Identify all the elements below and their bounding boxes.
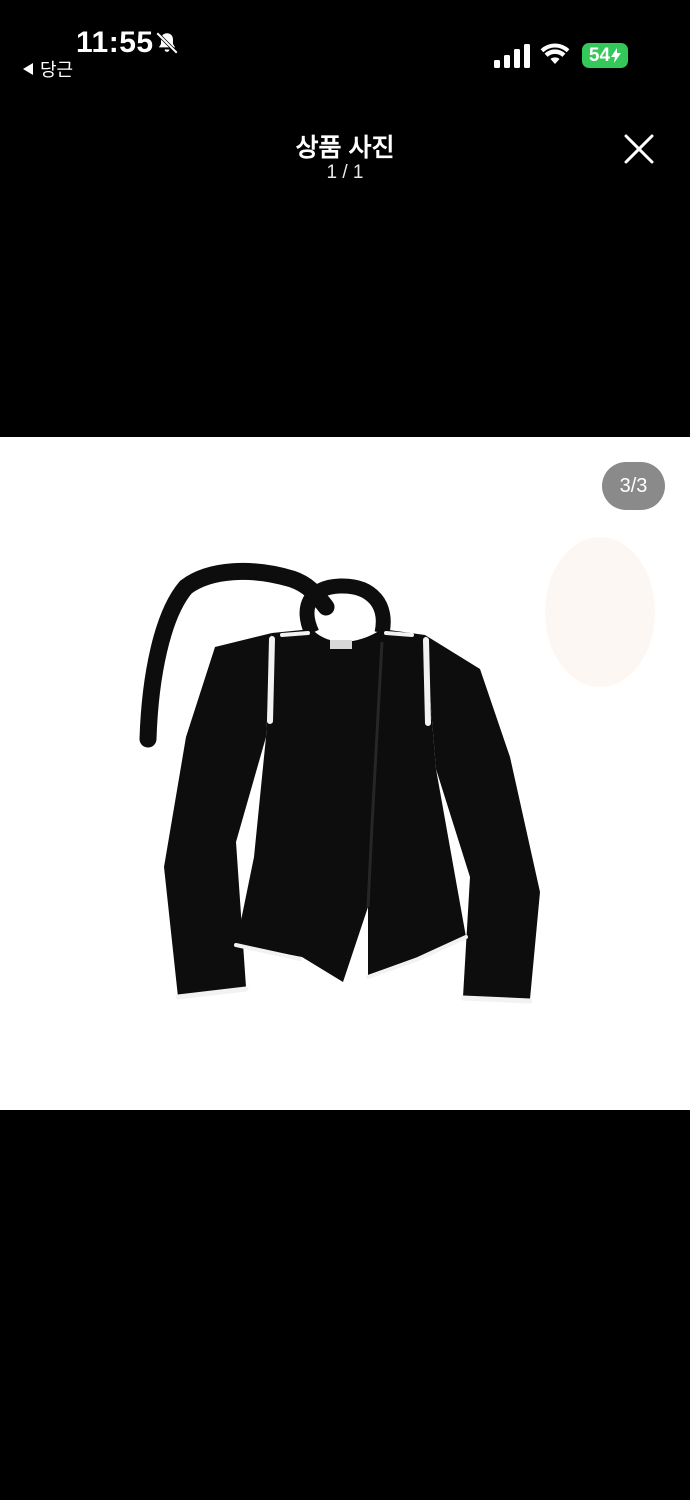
image-index-badge: 3/3 (602, 462, 665, 510)
photo-counter: 1 / 1 (326, 162, 364, 183)
battery-indicator: 54 (582, 43, 628, 68)
status-bar: 11:55 당근 54 (0, 0, 690, 90)
signal-icon (494, 44, 530, 68)
back-app-label: 당근 (40, 60, 74, 80)
bell-slash-icon (156, 32, 178, 54)
back-arrow-icon (23, 63, 33, 75)
close-button[interactable] (618, 128, 660, 170)
battery-level: 54 (588, 44, 611, 66)
product-photo[interactable]: 3/3 (0, 437, 690, 1110)
close-icon (624, 134, 654, 164)
back-to-app-link[interactable]: 당근 (22, 56, 73, 82)
wifi-icon (540, 43, 570, 64)
bolt-icon (611, 48, 622, 63)
page-title: 상품 사진 (295, 134, 395, 162)
cardigan-image (139, 537, 655, 1004)
status-time: 11:55 (76, 26, 154, 59)
